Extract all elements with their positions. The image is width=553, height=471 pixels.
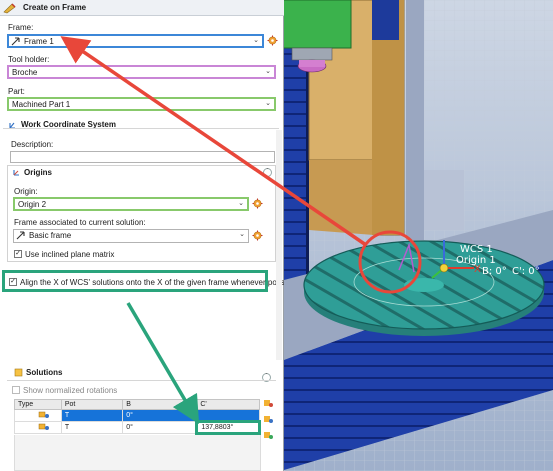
wcs-viewport-label: WCS 1 bbox=[460, 244, 493, 255]
column-header-c[interactable]: C' bbox=[196, 399, 260, 410]
solutions-table: Type Pot B C' T 0° T 0° 137,8803° bbox=[14, 399, 261, 435]
frame-select[interactable]: Frame 1 ⌄ bbox=[7, 34, 264, 48]
machine-scene bbox=[284, 0, 553, 471]
inclined-plane-label: Use inclined plane matrix bbox=[25, 250, 115, 259]
part-select[interactable]: Machined Part 1 ⌄ bbox=[7, 97, 276, 111]
divider bbox=[3, 128, 279, 129]
chevron-down-icon: ⌄ bbox=[238, 200, 244, 207]
row-type-cell bbox=[14, 421, 62, 434]
table-header-row: Type Pot B C' bbox=[14, 399, 260, 410]
row-c-cell bbox=[196, 409, 260, 422]
frame-assoc-select[interactable]: Basic frame ⌄ bbox=[13, 229, 249, 243]
column-header-pot[interactable]: Pot bbox=[60, 399, 124, 410]
table-row[interactable]: T 0° 137,8803° bbox=[14, 420, 261, 435]
table-row[interactable]: T 0° bbox=[14, 409, 260, 422]
b-angle-label: B: 0° bbox=[482, 266, 507, 277]
chevron-down-icon: ⌄ bbox=[239, 231, 245, 238]
show-normalized-checkbox[interactable] bbox=[12, 386, 20, 394]
origins-section-header: Origins bbox=[12, 168, 52, 177]
row-pot-cell: T bbox=[60, 409, 124, 422]
frame-label: Frame: bbox=[8, 23, 34, 32]
tool-type-icon bbox=[38, 411, 49, 418]
window-title: Create on Frame bbox=[23, 3, 87, 12]
row-c-cell: 137,8803° bbox=[195, 420, 261, 435]
origins-section-title: Origins bbox=[24, 168, 53, 177]
tool-holder-select[interactable]: Broche ⌄ bbox=[7, 65, 276, 79]
axis-x-label: X bbox=[474, 264, 481, 275]
origin-select[interactable]: Origin 2 ⌄ bbox=[13, 197, 249, 211]
app-logo-icon bbox=[3, 3, 16, 14]
column-header-b[interactable]: B bbox=[122, 399, 198, 410]
solutions-icon bbox=[14, 368, 23, 377]
c-angle-label: C': 0° bbox=[512, 266, 540, 277]
panel-scrollbar[interactable] bbox=[276, 130, 282, 360]
frame-arrow-icon bbox=[11, 37, 20, 46]
row-b-cell: 0° bbox=[122, 409, 198, 422]
inclined-plane-checkbox[interactable]: ✓ bbox=[14, 250, 22, 258]
chevron-down-icon: ⌄ bbox=[265, 68, 271, 75]
solutions-section-header: Solutions bbox=[14, 368, 62, 377]
frame-value: Frame 1 bbox=[24, 37, 54, 46]
column-header-type[interactable]: Type bbox=[14, 399, 62, 410]
row-type-cell bbox=[14, 409, 62, 422]
origins-group bbox=[7, 165, 276, 262]
table-empty-area bbox=[14, 435, 261, 471]
origin-label: Origin: bbox=[14, 187, 38, 196]
origin-value: Origin 2 bbox=[18, 200, 47, 209]
align-x-label: Align the X of WCS' solutions onto the X… bbox=[20, 278, 298, 287]
solution-tool-icon[interactable] bbox=[263, 398, 273, 408]
frame-assoc-value: Basic frame bbox=[29, 231, 72, 240]
part-label: Part: bbox=[8, 87, 25, 96]
frame-assoc-label: Frame associated to current solution: bbox=[14, 218, 146, 227]
chevron-down-icon: ⌄ bbox=[265, 100, 271, 107]
tool-holder-value: Broche bbox=[12, 68, 38, 77]
create-on-frame-panel: Create on Frame Frame: Frame 1 ⌄ Tool ho… bbox=[0, 0, 297, 471]
description-input[interactable] bbox=[10, 151, 275, 163]
frame-arrow-icon bbox=[16, 231, 25, 240]
row-b-cell: 0° bbox=[122, 421, 198, 434]
description-label: Description: bbox=[11, 140, 54, 149]
create-frame-gear-icon[interactable] bbox=[267, 35, 278, 46]
origins-icon bbox=[13, 170, 19, 176]
chevron-down-icon: ⌄ bbox=[253, 37, 259, 44]
part-value: Machined Part 1 bbox=[12, 100, 71, 109]
3d-viewport[interactable]: WCS 1 Origin 1 X B: 0° C': 0° bbox=[284, 0, 553, 471]
row-pot-cell: T bbox=[60, 421, 124, 434]
align-x-checkbox[interactable]: ✓ bbox=[9, 278, 17, 286]
solution-tool-icon[interactable] bbox=[263, 414, 273, 424]
solutions-section-title: Solutions bbox=[26, 368, 63, 377]
origin-gear-icon[interactable] bbox=[252, 198, 263, 209]
solution-tool-icon[interactable] bbox=[263, 430, 273, 440]
show-normalized-label: Show normalized rotations bbox=[23, 386, 118, 395]
title-bar: Create on Frame bbox=[0, 0, 284, 16]
tool-holder-label: Tool holder: bbox=[8, 55, 50, 64]
divider bbox=[7, 380, 276, 381]
tool-type-icon bbox=[38, 423, 49, 430]
frame-assoc-gear-icon[interactable] bbox=[252, 230, 263, 241]
collapse-origins-icon[interactable]: ˆ bbox=[263, 168, 272, 177]
